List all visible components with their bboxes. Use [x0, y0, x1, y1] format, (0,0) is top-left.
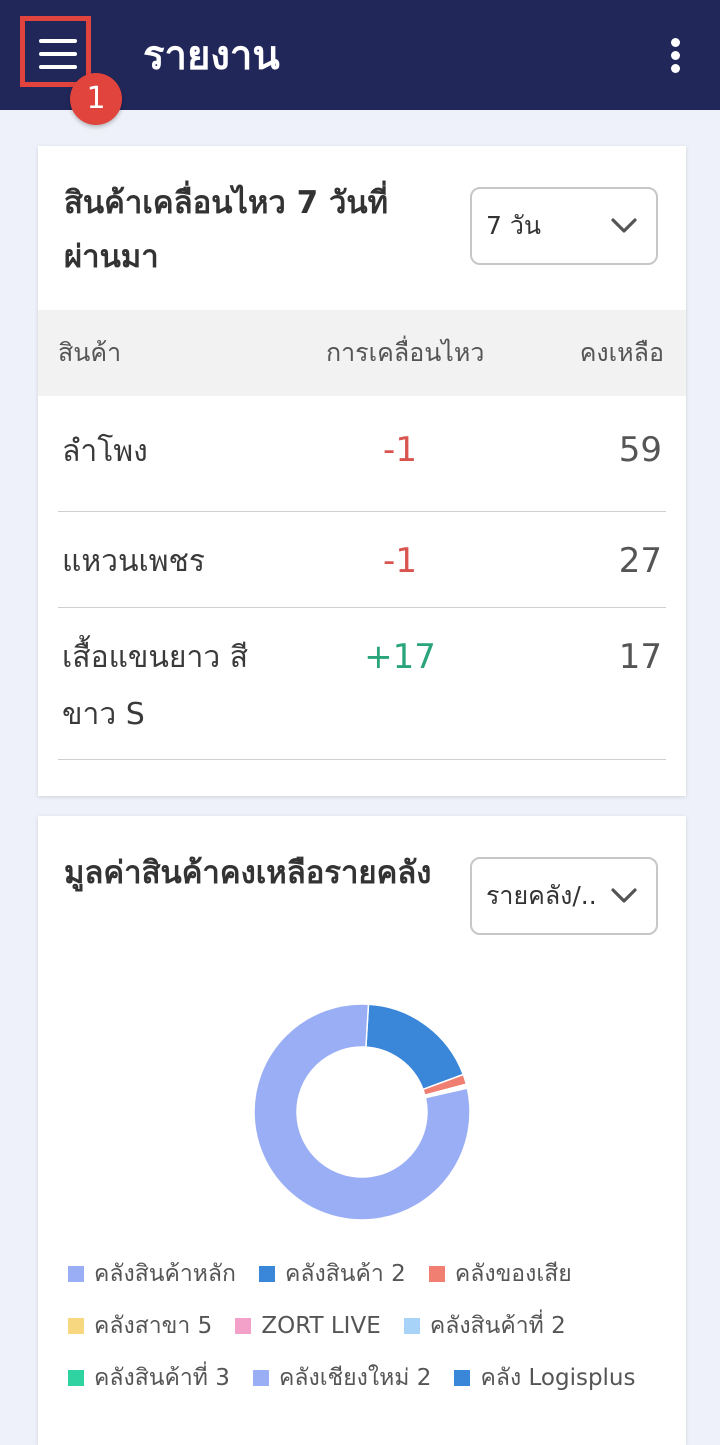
remaining-value: 27 — [618, 541, 662, 581]
legend-swatch — [68, 1266, 84, 1282]
view-select[interactable]: รายคลัง/.. — [470, 857, 658, 935]
legend-label: คลังสินค้า 2 — [285, 1261, 406, 1287]
legend-swatch — [235, 1318, 252, 1334]
movement-value: +17 — [364, 637, 436, 677]
column-header-movement: การเคลื่อนไหว — [326, 338, 485, 367]
legend-item[interactable]: คลัง Logisplus — [454, 1352, 636, 1404]
app-bar: 1 รายงาน — [0, 0, 720, 125]
table-row[interactable]: เสื้อแขนยาว สีขาว S +17 17 — [58, 608, 666, 760]
remaining-value: 17 — [618, 637, 662, 677]
period-select-value: 7 วัน — [486, 211, 541, 240]
menu-button[interactable] — [20, 16, 91, 87]
legend-item[interactable]: คลังสินค้า 2 — [259, 1248, 406, 1300]
view-select-value: รายคลัง/.. — [486, 881, 597, 910]
step-number-badge: 1 — [70, 73, 122, 125]
legend-label: คลังสินค้าที่ 2 — [429, 1313, 566, 1339]
legend-swatch — [403, 1318, 420, 1334]
page-title: รายงาน — [143, 33, 280, 79]
column-header-product: สินค้า — [58, 338, 122, 367]
legend-item[interactable]: คลังเชียงใหม่ 2 — [252, 1352, 432, 1404]
table-header: สินค้า การเคลื่อนไหว คงเหลือ — [38, 310, 686, 396]
legend-item[interactable]: คลังสาขา 5 — [68, 1300, 212, 1352]
legend-label: คลังเชียงใหม่ 2 — [278, 1365, 432, 1391]
legend-item[interactable]: คลังสินค้าหลัก — [68, 1248, 236, 1300]
chart-legend: คลังสินค้าหลัก คลังสินค้า 2 คลังของเสีย … — [68, 1248, 668, 1404]
table-row[interactable]: แหวนเพชร -1 27 — [58, 512, 666, 608]
chevron-down-icon — [611, 888, 637, 903]
legend-item[interactable]: คลังของเสีย — [428, 1248, 572, 1300]
legend-swatch — [259, 1266, 276, 1282]
movement-card-title: สินค้าเคลื่อนไหว 7 วันที่ผ่านมา — [64, 185, 389, 275]
legend-label: ZORT LIVE — [261, 1313, 381, 1339]
stock-movement-card: สินค้าเคลื่อนไหว 7 วันที่ผ่านมา 7 วัน สิ… — [38, 146, 686, 796]
legend-row: คลังสินค้าหลัก คลังสินค้า 2 คลังของเสีย — [68, 1248, 668, 1300]
column-header-remaining: คงเหลือ — [579, 338, 664, 367]
chevron-down-icon — [611, 218, 637, 233]
donut-slice-1[interactable] — [365, 1003, 465, 1091]
product-name: ลำโพง — [62, 434, 148, 469]
legend-item[interactable]: ZORT LIVE — [235, 1300, 381, 1352]
legend-swatch — [428, 1266, 445, 1282]
more-options-button[interactable] — [664, 36, 688, 76]
product-name: แหวนเพชร — [62, 544, 205, 579]
legend-row: คลังสาขา 5 ZORT LIVE คลังสินค้าที่ 2 — [68, 1300, 668, 1352]
legend-item[interactable]: คลังสินค้าที่ 3 — [68, 1352, 230, 1404]
period-select[interactable]: 7 วัน — [470, 187, 658, 265]
legend-label: คลัง Logisplus — [480, 1365, 636, 1391]
legend-label: คลังสาขา 5 — [94, 1313, 213, 1339]
value-card-title: มูลค่าสินค้าคงเหลือรายคลัง — [64, 855, 432, 891]
legend-item[interactable]: คลังสินค้าที่ 2 — [403, 1300, 566, 1352]
movement-value: -1 — [383, 541, 417, 581]
warehouse-donut-chart — [253, 1003, 471, 1221]
legend-swatch — [252, 1370, 269, 1386]
legend-swatch — [68, 1370, 84, 1386]
legend-swatch — [68, 1318, 84, 1334]
legend-swatch — [454, 1370, 471, 1386]
table-row[interactable]: ลำโพง -1 59 — [58, 396, 666, 512]
product-name: เสื้อแขนยาว สีขาว S — [62, 640, 249, 732]
remaining-value: 59 — [618, 430, 662, 470]
movement-value: -1 — [383, 430, 417, 470]
legend-label: คลังของเสีย — [454, 1261, 572, 1287]
legend-label: คลังสินค้าที่ 3 — [94, 1365, 230, 1391]
warehouse-value-card: มูลค่าสินค้าคงเหลือรายคลัง รายคลัง/.. คล… — [38, 816, 686, 1445]
legend-label: คลังสินค้าหลัก — [94, 1261, 236, 1287]
legend-row: คลังสินค้าที่ 3 คลังเชียงใหม่ 2 คลัง Log… — [68, 1352, 668, 1404]
